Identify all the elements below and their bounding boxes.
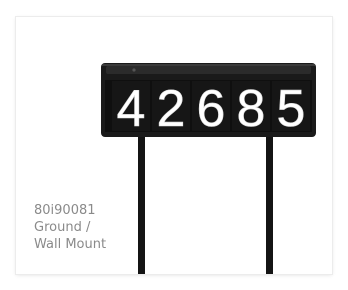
right-stake — [266, 132, 273, 274]
plaque-digit: 2 — [157, 80, 186, 138]
product-card[interactable]: 4 2 6 8 5 80i90081 Ground / Wall Mount — [16, 17, 332, 274]
plaque-screw — [132, 68, 136, 72]
plaque-digit: 6 — [197, 80, 226, 138]
plaque-top-rail — [106, 66, 311, 74]
product-sku: 80i90081 — [34, 203, 96, 218]
product-mount-type-line1: Ground / — [34, 220, 91, 235]
product-mount-type-line2: Wall Mount — [34, 237, 107, 252]
plaque-digit: 5 — [277, 80, 306, 138]
product-caption[interactable]: 80i90081 Ground / Wall Mount — [34, 202, 106, 253]
left-stake — [138, 132, 145, 274]
plaque-highlight — [102, 64, 315, 66]
plaque-digit: 8 — [237, 80, 266, 138]
plaque-digit: 4 — [117, 80, 146, 138]
